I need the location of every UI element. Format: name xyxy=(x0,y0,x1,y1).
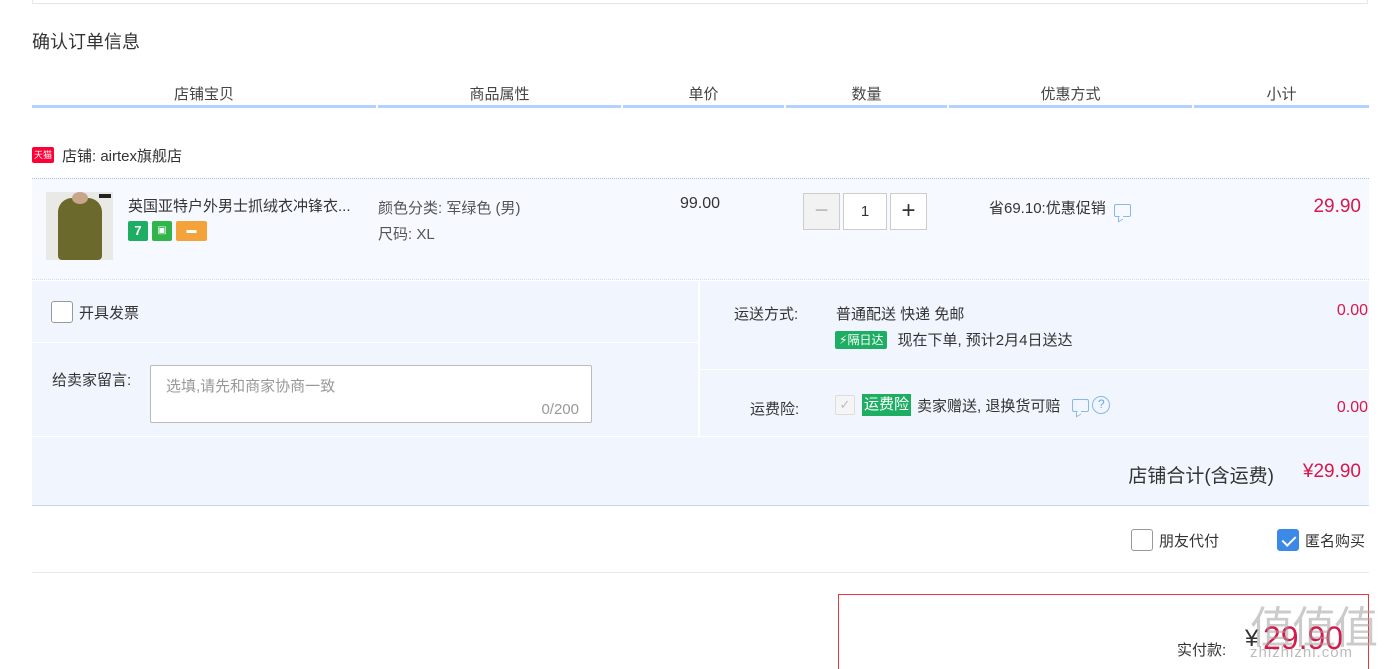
shipping-method: 普通配送 快递 免邮 xyxy=(836,306,965,323)
shipping-label: 运送方式: xyxy=(734,306,799,323)
help-icon[interactable]: ? xyxy=(1092,396,1111,414)
shipping-fee: 0.00 xyxy=(1336,302,1368,319)
discount-text: 省69.10:优惠促销 xyxy=(989,200,1106,217)
column-subtotal: 小计 xyxy=(1194,82,1369,108)
invoice-checkbox[interactable] xyxy=(51,301,73,323)
insurance-text: 卖家赠送, 退换货可赔 xyxy=(917,397,1061,415)
seven-day-return-icon[interactable]: 7 xyxy=(128,221,148,241)
invoice-option[interactable]: 开具发票 xyxy=(51,301,139,323)
insurance-badge: 运费险 xyxy=(862,394,912,416)
watermark-site: zhizhizhi.com xyxy=(1250,644,1354,661)
shop-row: 天猫 店铺: airtex旗舰店 xyxy=(32,145,182,165)
message-placeholder: 选填,请先和商家协商一致 xyxy=(166,378,336,395)
next-day-badge: ⚡隔日达 xyxy=(835,330,888,349)
discount-info: 省69.10:优惠促销 xyxy=(989,197,1131,218)
anonymous-checkbox[interactable] xyxy=(1277,529,1299,551)
column-attributes: 商品属性 xyxy=(378,82,621,108)
next-day-delivery: ⚡隔日达 现在下单, 预计2月4日送达 xyxy=(835,329,1072,350)
column-unit-price: 单价 xyxy=(623,82,784,108)
top-border xyxy=(32,0,1368,4)
product-thumbnail[interactable] xyxy=(46,192,113,260)
payment-label: 实付款: xyxy=(1177,642,1227,659)
insurance-fee: 0.00 xyxy=(1336,399,1368,416)
friend-pay-label: 朋友代付 xyxy=(1159,532,1220,550)
unit-price: 99.00 xyxy=(680,195,721,212)
tmall-icon: 天猫 xyxy=(32,147,54,163)
decrease-quantity-button[interactable]: − xyxy=(803,193,840,230)
watermark: 值值值 zhizhizhi.com xyxy=(1250,592,1398,669)
invoice-label: 开具发票 xyxy=(79,304,140,322)
column-quantity: 数量 xyxy=(786,82,947,108)
column-discount: 优惠方式 xyxy=(949,82,1192,108)
attr-color: 颜色分类: 军绿色 (男) xyxy=(378,200,521,217)
shop-total-row: 店铺合计(含运费) ¥29.90 xyxy=(32,437,1369,506)
chat-icon[interactable] xyxy=(1072,398,1090,412)
options-left-panel: 开具发票 给卖家留言: 选填,请先和商家协商一致 0/200 xyxy=(32,281,699,436)
anonymous-label: 匿名购买 xyxy=(1305,532,1366,550)
column-header: 店铺宝贝 商品属性 单价 数量 优惠方式 小计 xyxy=(32,82,1369,108)
product-attributes: 颜色分类: 军绿色 (男) 尺码: XL xyxy=(378,196,521,248)
friend-pay-checkbox[interactable] xyxy=(1131,529,1153,551)
shop-total-amount: ¥29.90 xyxy=(1302,461,1361,482)
message-label: 给卖家留言: xyxy=(52,372,132,389)
order-item-row: 英国亚特户外男士抓绒衣冲锋衣... 7 ▣ ▬ 颜色分类: 军绿色 (男) 尺码… xyxy=(32,178,1369,280)
message-char-counter: 0/200 xyxy=(541,401,579,418)
page-title: 确认订单信息 xyxy=(32,32,140,52)
order-options: 开具发票 给卖家留言: 选填,请先和商家协商一致 0/200 运送方式: 普通配… xyxy=(32,281,1369,436)
service-icons: 7 ▣ ▬ xyxy=(128,221,207,241)
card-icon[interactable]: ▬ xyxy=(176,221,207,241)
friend-pay-option[interactable]: 朋友代付 xyxy=(1131,529,1219,551)
attr-size: 尺码: XL xyxy=(378,226,435,243)
item-subtotal: 29.90 xyxy=(1313,196,1361,217)
options-right-panel: 运送方式: 普通配送 快递 免邮 ⚡隔日达 现在下单, 预计2月4日送达 0.0… xyxy=(700,281,1369,436)
shop-total-label: 店铺合计(含运费) xyxy=(1128,466,1274,487)
increase-quantity-button[interactable]: + xyxy=(890,193,927,230)
shop-name[interactable]: 店铺: airtex旗舰店 xyxy=(62,145,182,166)
bag-icon[interactable]: ▣ xyxy=(152,221,172,241)
chat-icon[interactable] xyxy=(1113,204,1131,217)
insurance-option: ✓ 运费险 卖家赠送, 退换货可赔 ? xyxy=(835,394,1111,416)
quantity-input[interactable]: 1 xyxy=(843,193,887,230)
divider xyxy=(32,572,1369,573)
column-shop-item: 店铺宝贝 xyxy=(32,82,376,108)
seller-message-input[interactable]: 选填,请先和商家协商一致 0/200 xyxy=(150,365,592,423)
product-title[interactable]: 英国亚特户外男士抓绒衣冲锋衣... xyxy=(128,195,373,216)
quantity-stepper: − 1 + xyxy=(803,193,927,230)
insurance-checkbox: ✓ xyxy=(835,395,855,415)
insurance-label: 运费险: xyxy=(750,401,800,418)
anonymous-option[interactable]: 匿名购买 xyxy=(1277,529,1365,551)
delivery-estimate: 现在下单, 预计2月4日送达 xyxy=(897,332,1073,349)
